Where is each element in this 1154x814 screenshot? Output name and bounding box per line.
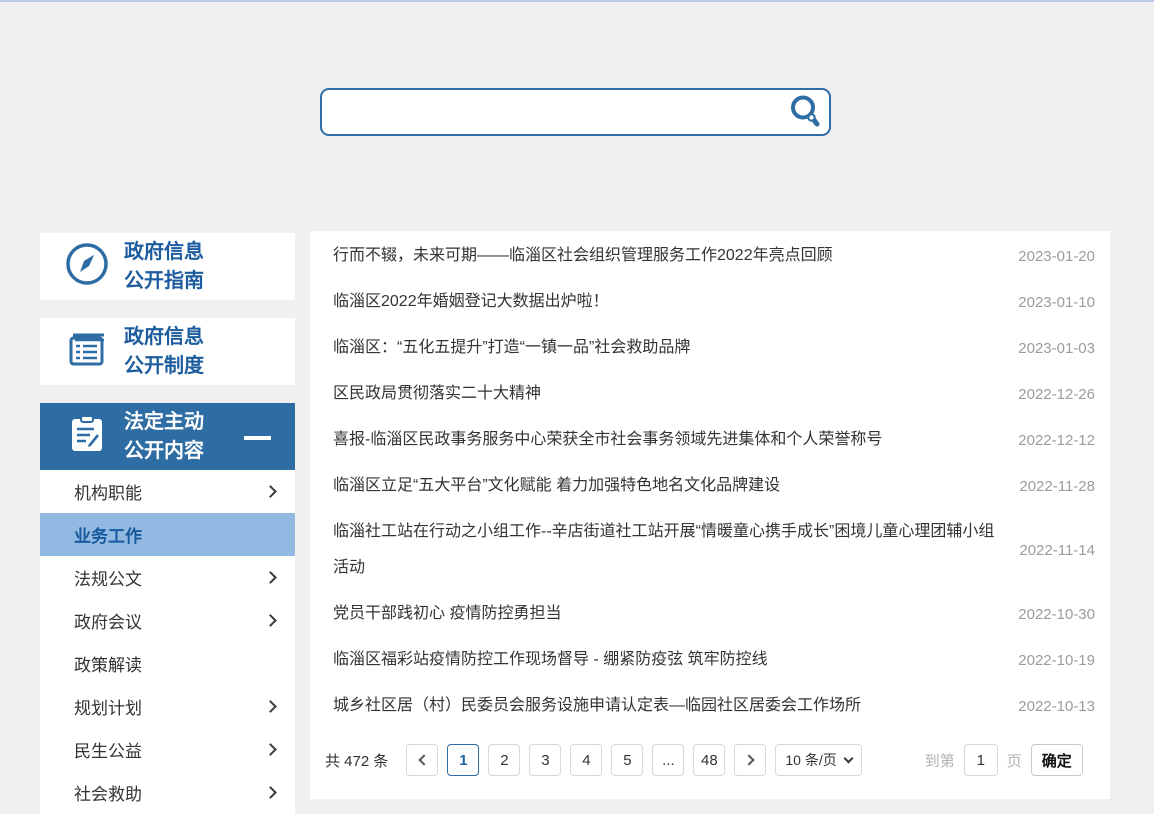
collapse-minus-icon[interactable] xyxy=(244,436,271,440)
article-title[interactable]: 城乡社区居（村）民委员会服务设施申请认定表—临园社区居委会工作场所 xyxy=(333,688,994,724)
article-title[interactable]: 临淄区：“五化五提升”打造“一镇一品”社会救助品牌 xyxy=(333,330,994,366)
sidebar-submenu: 机构职能 业务工作 法规公文 政府会议 政策解读 规划计划 民生公益 社会救助 xyxy=(40,470,295,814)
article-title[interactable]: 临淄社工站在行动之小组工作--辛店街道社工站开展“情暖童心携手成长”困境儿童心理… xyxy=(333,514,995,586)
article-title[interactable]: 临淄区2022年婚姻登记大数据出炉啦！ xyxy=(333,284,994,320)
submenu-item-business-work[interactable]: 业务工作 xyxy=(40,513,295,556)
article-date: 2022-12-12 xyxy=(1018,431,1095,449)
article-title[interactable]: 党员干部践初心 疫情防控勇担当 xyxy=(333,596,994,632)
chevron-left-icon xyxy=(418,754,430,766)
article-date: 2022-10-30 xyxy=(1018,605,1095,623)
page-button-5[interactable]: 5 xyxy=(611,744,644,776)
article-date: 2022-10-13 xyxy=(1018,697,1095,715)
page-button-2[interactable]: 2 xyxy=(488,744,521,776)
article-date: 2022-11-14 xyxy=(1019,541,1095,559)
page-button-4[interactable]: 4 xyxy=(570,744,603,776)
search-button[interactable] xyxy=(785,93,825,131)
next-page-button[interactable] xyxy=(734,744,767,776)
clipboard-pencil-icon xyxy=(64,411,110,462)
article-row[interactable]: 临淄区立足“五大平台”文化赋能 着力加强特色地名文化品牌建设 2022-11-2… xyxy=(333,463,1095,509)
chevron-right-icon xyxy=(264,485,277,498)
page-button-1[interactable]: 1 xyxy=(447,744,480,776)
submenu-item-gov-meetings[interactable]: 政府会议 xyxy=(40,599,295,642)
article-list-panel: 行而不辍，未来可期——临淄区社会组织管理服务工作2022年亮点回顾 2023-0… xyxy=(310,231,1110,799)
article-row[interactable]: 临淄区福彩站疫情防控工作现场督导 - 绷紧防疫弦 筑牢防控线 2022-10-1… xyxy=(333,637,1095,683)
article-title[interactable]: 行而不辍，未来可期——临淄区社会组织管理服务工作2022年亮点回顾 xyxy=(333,238,994,274)
submenu-item-regulations[interactable]: 法规公文 xyxy=(40,556,295,599)
prev-page-button[interactable] xyxy=(406,744,439,776)
search-bar xyxy=(320,88,831,136)
chevron-right-icon xyxy=(743,754,755,766)
submenu-item-planning[interactable]: 规划计划 xyxy=(40,685,295,728)
ledger-icon xyxy=(64,326,110,377)
chevron-right-icon xyxy=(264,743,277,756)
article-row[interactable]: 城乡社区居（村）民委员会服务设施申请认定表—临园社区居委会工作场所 2022-1… xyxy=(333,683,1095,729)
article-date: 2022-12-26 xyxy=(1018,385,1095,403)
article-row[interactable]: 行而不辍，未来可期——临淄区社会组织管理服务工作2022年亮点回顾 2023-0… xyxy=(333,233,1095,279)
submenu-item-policy-interpretation[interactable]: 政策解读 xyxy=(40,642,295,685)
sidebar-item-gov-info-system[interactable]: 政府信息 公开制度 xyxy=(40,318,295,385)
chevron-right-icon xyxy=(264,614,277,627)
sidebar-item-gov-info-guide[interactable]: 政府信息 公开指南 xyxy=(40,233,295,300)
sidebar-item-label: 政府信息 公开制度 xyxy=(124,325,204,377)
page-button-3[interactable]: 3 xyxy=(529,744,562,776)
sidebar: 政府信息 公开指南 政府信息 公开制度 法定主动 公开内容 机构职能 业务工作 … xyxy=(40,233,295,814)
article-row[interactable]: 临淄区2022年婚姻登记大数据出炉啦！ 2023-01-10 xyxy=(333,279,1095,325)
chevron-down-icon xyxy=(843,753,854,763)
compass-icon xyxy=(64,241,110,292)
article-title[interactable]: 临淄区立足“五大平台”文化赋能 着力加强特色地名文化品牌建设 xyxy=(333,468,995,504)
total-count: 共 472 条 xyxy=(325,752,389,770)
submenu-item-social-assistance[interactable]: 社会救助 xyxy=(40,771,295,814)
article-date: 2023-01-03 xyxy=(1018,339,1095,357)
article-row[interactable]: 区民政局贯彻落实二十大精神 2022-12-26 xyxy=(333,371,1095,417)
article-row[interactable]: 临淄社工站在行动之小组工作--辛店街道社工站开展“情暖童心携手成长”困境儿童心理… xyxy=(333,509,1095,591)
goto-page-group: 到第 页 确定 xyxy=(925,744,1083,776)
article-date: 2022-10-19 xyxy=(1018,651,1095,669)
article-row[interactable]: 党员干部践初心 疫情防控勇担当 2022-10-30 xyxy=(333,591,1095,637)
top-accent-line xyxy=(0,0,1154,2)
article-row[interactable]: 临淄区：“五化五提升”打造“一镇一品”社会救助品牌 2023-01-03 xyxy=(333,325,1095,371)
article-title[interactable]: 喜报-临淄区民政事务服务中心荣获全市社会事务领域先进集体和个人荣誉称号 xyxy=(333,422,994,458)
submenu-item-agency-functions[interactable]: 机构职能 xyxy=(40,470,295,513)
goto-page-input[interactable] xyxy=(963,744,998,776)
article-row[interactable]: 喜报-临淄区民政事务服务中心荣获全市社会事务领域先进集体和个人荣誉称号 2022… xyxy=(333,417,1095,463)
page-size-select[interactable]: 10 条/页 xyxy=(775,744,862,776)
goto-prefix-label: 到第 xyxy=(924,752,955,770)
article-date: 2023-01-10 xyxy=(1018,293,1095,311)
page-ellipsis-button[interactable]: ... xyxy=(652,744,685,776)
search-input[interactable] xyxy=(320,88,831,136)
article-date: 2022-11-28 xyxy=(1019,477,1095,495)
article-title[interactable]: 临淄区福彩站疫情防控工作现场督导 - 绷紧防疫弦 筑牢防控线 xyxy=(333,642,994,678)
article-title[interactable]: 区民政局贯彻落实二十大精神 xyxy=(333,376,994,412)
article-date: 2023-01-20 xyxy=(1018,247,1095,265)
sidebar-item-label: 法定主动 公开内容 xyxy=(124,410,204,462)
search-icon xyxy=(788,94,822,131)
chevron-right-icon xyxy=(264,786,277,799)
chevron-right-icon xyxy=(264,700,277,713)
submenu-item-public-welfare[interactable]: 民生公益 xyxy=(40,728,295,771)
goto-suffix-label: 页 xyxy=(1006,752,1022,770)
chevron-right-icon xyxy=(264,571,277,584)
sidebar-item-statutory-disclosure[interactable]: 法定主动 公开内容 xyxy=(40,403,295,470)
page-button-48[interactable]: 48 xyxy=(693,744,726,776)
confirm-button[interactable]: 确定 xyxy=(1030,744,1083,776)
pagination-bar: 共 472 条 1 2 3 4 5 ... 48 10 条/页 到第 页 确定 xyxy=(325,744,1095,776)
sidebar-item-label: 政府信息 公开指南 xyxy=(124,240,204,292)
